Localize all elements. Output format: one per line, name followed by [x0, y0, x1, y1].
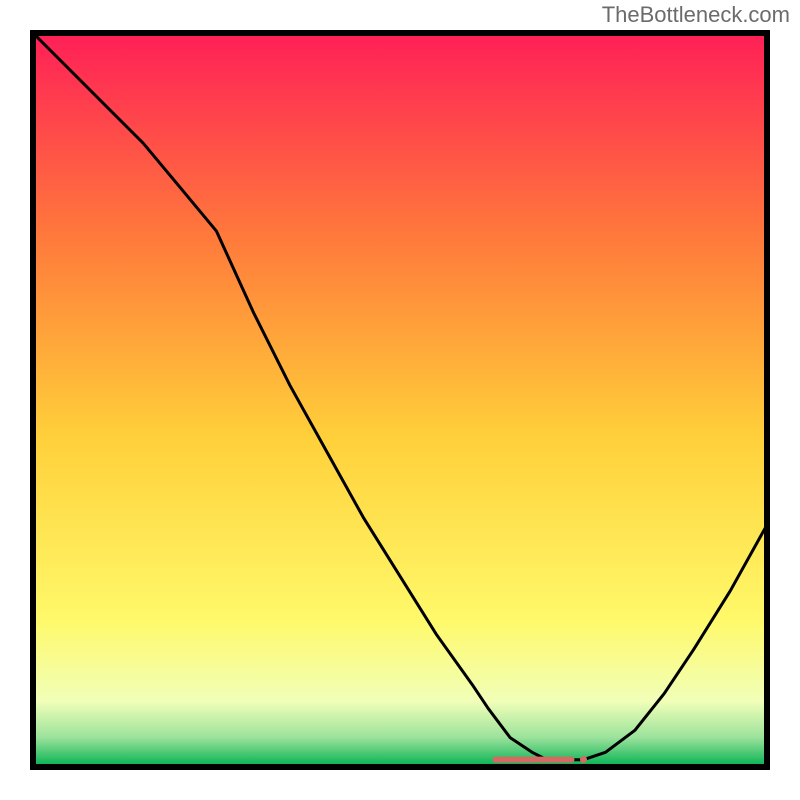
watermark-text: TheBottleneck.com: [602, 2, 790, 28]
optimum-marker-end: [580, 756, 587, 763]
bottleneck-chart: [30, 30, 770, 770]
